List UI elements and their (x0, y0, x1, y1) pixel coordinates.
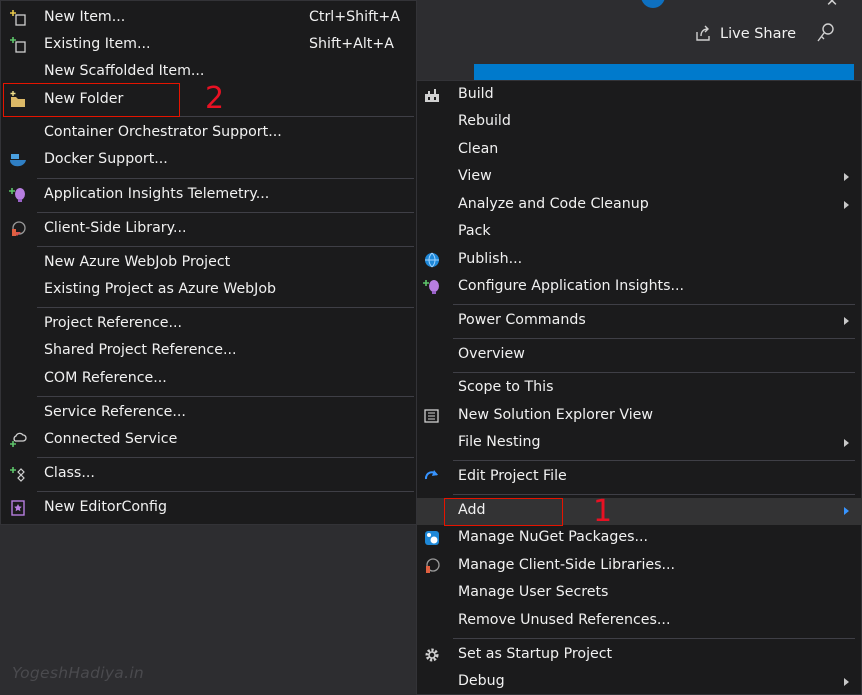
gear-icon (425, 648, 439, 662)
step-number-2: 2 (205, 81, 225, 116)
menu-item-new-azure-webjob[interactable]: New Azure WebJob Project (1, 250, 417, 277)
menu-separator (37, 178, 414, 179)
build-icon (425, 89, 439, 102)
menu-item-client-side-library[interactable]: Client-Side Library... (1, 216, 417, 243)
submenu-arrow-icon (844, 201, 849, 209)
menu-separator (453, 338, 855, 339)
watermark: YogeshHadiya.in (12, 664, 145, 682)
menu-item-shared-project-reference[interactable]: Shared Project Reference... (1, 338, 417, 365)
submenu-arrow-icon (844, 507, 849, 515)
connected-service-icon (10, 432, 27, 447)
highlight-box-add (444, 498, 563, 526)
menu-separator (37, 307, 414, 308)
edit-project-icon (424, 470, 438, 480)
menu-item-build[interactable]: Build (417, 82, 862, 109)
menu-separator (37, 246, 414, 247)
globe-icon (425, 252, 439, 268)
menu-item-view[interactable]: View (417, 164, 862, 191)
menu-item-debug[interactable]: Debug (417, 669, 862, 695)
menu-item-power-commands[interactable]: Power Commands (417, 308, 862, 335)
menu-item-remove-unused-references[interactable]: Remove Unused References... (417, 608, 862, 635)
step-number-1: 1 (593, 494, 613, 529)
submenu-arrow-icon (844, 678, 849, 686)
solution-explorer-header (474, 64, 854, 80)
new-item-icon (10, 10, 26, 26)
menu-separator (453, 372, 855, 373)
menu-item-publish[interactable]: Publish... (417, 247, 862, 274)
menu-separator (453, 304, 855, 305)
menu-item-class[interactable]: Class... (1, 461, 417, 488)
menu-item-com-reference[interactable]: COM Reference... (1, 366, 417, 393)
submenu-arrow-icon (844, 439, 849, 447)
add-submenu: New Item... Ctrl+Shift+A Existing Item..… (0, 0, 417, 525)
menu-separator (37, 457, 414, 458)
menu-item-rebuild[interactable]: Rebuild (417, 109, 862, 136)
menu-item-manage-client-libraries[interactable]: Manage Client-Side Libraries... (417, 553, 862, 580)
menu-separator (453, 638, 855, 639)
menu-item-configure-app-insights[interactable]: Configure Application Insights... (417, 274, 862, 301)
editorconfig-icon (11, 500, 25, 516)
class-icon (10, 467, 25, 482)
menu-item-existing-project-webjob[interactable]: Existing Project as Azure WebJob (1, 277, 417, 304)
submenu-arrow-icon (844, 317, 849, 325)
submenu-arrow-icon (844, 173, 849, 181)
feedback-icon[interactable] (815, 22, 837, 44)
menu-separator (453, 460, 855, 461)
menu-separator (37, 491, 414, 492)
menu-item-project-reference[interactable]: Project Reference... (1, 311, 417, 338)
share-icon (696, 25, 710, 41)
menu-separator (453, 494, 855, 495)
menu-item-new-solution-explorer-view[interactable]: New Solution Explorer View (417, 403, 862, 430)
menu-item-manage-nuget[interactable]: Manage NuGet Packages... (417, 525, 862, 552)
menu-item-edit-project-file[interactable]: Edit Project File (417, 464, 862, 491)
app-insights-icon (423, 280, 439, 294)
client-library-icon (12, 221, 26, 236)
menu-item-set-startup-project[interactable]: Set as Startup Project (417, 642, 862, 669)
menu-item-clean[interactable]: Clean (417, 137, 862, 164)
nuget-icon (425, 531, 439, 545)
close-icon[interactable]: ✕ (822, 0, 842, 10)
app-insights-icon (9, 188, 25, 202)
menu-item-new-editorconfig[interactable]: New EditorConfig (1, 495, 417, 522)
docker-icon (10, 154, 26, 167)
menu-separator (37, 396, 414, 397)
project-context-menu: Build Rebuild Clean View Analyze and Cod… (416, 80, 862, 695)
menu-item-service-reference[interactable]: Service Reference... (1, 400, 417, 427)
highlight-box-new-folder (3, 83, 180, 117)
menu-item-file-nesting[interactable]: File Nesting (417, 430, 862, 457)
menu-item-docker-support[interactable]: Docker Support... (1, 147, 417, 174)
menu-item-scope-to-this[interactable]: Scope to This (417, 375, 862, 402)
live-share-button[interactable]: Live Share (694, 22, 796, 46)
menu-item-new-item[interactable]: New Item... Ctrl+Shift+A (1, 5, 417, 32)
solution-explorer-view-icon (424, 409, 439, 423)
live-share-label: Live Share (720, 26, 797, 42)
client-library-icon (426, 558, 440, 573)
menu-item-container-orchestrator[interactable]: Container Orchestrator Support... (1, 120, 417, 147)
menu-item-app-insights-telemetry[interactable]: Application Insights Telemetry... (1, 182, 417, 209)
menu-item-connected-service[interactable]: Connected Service (1, 427, 417, 454)
menu-separator (37, 212, 414, 213)
menu-item-analyze-code-cleanup[interactable]: Analyze and Code Cleanup (417, 192, 862, 219)
menu-item-overview[interactable]: Overview (417, 342, 862, 369)
menu-item-pack[interactable]: Pack (417, 219, 862, 246)
existing-item-icon (10, 37, 26, 53)
menu-item-manage-user-secrets[interactable]: Manage User Secrets (417, 580, 862, 607)
menu-item-existing-item[interactable]: Existing Item... Shift+Alt+A (1, 32, 417, 59)
